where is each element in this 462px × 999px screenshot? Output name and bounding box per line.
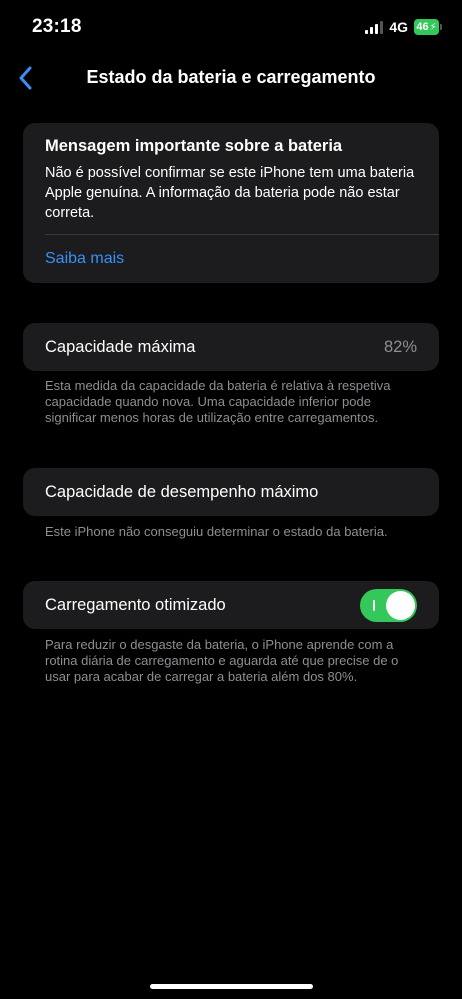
- status-indicators: 4G 46 ⚡: [365, 18, 442, 36]
- max-capacity-value: 82%: [383, 337, 417, 356]
- battery-level: 46: [416, 21, 429, 33]
- optimized-charging-row: Carregamento otimizado: [23, 581, 439, 629]
- home-indicator[interactable]: [150, 984, 313, 989]
- peak-performance-label: Capacidade de desempenho máximo: [45, 482, 319, 501]
- max-capacity-footnote: Esta medida da capacidade da bateria é r…: [45, 378, 391, 425]
- navigation-bar: Estado da bateria e carregamento: [0, 58, 462, 98]
- max-capacity-row: Capacidade máxima 82%: [23, 323, 439, 371]
- page-title: Estado da bateria e carregamento: [86, 67, 376, 87]
- toggle-knob: [386, 591, 415, 620]
- peak-performance-footnote: Este iPhone não conseguiu determinar o e…: [45, 524, 388, 539]
- battery-cap: [440, 24, 442, 30]
- cellular-signal-icon: [365, 20, 384, 34]
- charging-bolt-icon: ⚡: [429, 21, 437, 33]
- learn-more-link[interactable]: Saiba mais: [45, 250, 124, 268]
- max-capacity-label: Capacidade máxima: [45, 337, 196, 356]
- battery-icon: 46 ⚡: [414, 19, 442, 35]
- divider: [45, 234, 439, 235]
- message-body: Não é possível confirmar se este iPhone …: [45, 165, 415, 221]
- status-bar: 23:18 4G 46 ⚡: [0, 0, 462, 54]
- optimized-charging-footnote: Para reduzir o desgaste da bateria, o iP…: [45, 637, 399, 684]
- toggle-on-indicator: [373, 600, 375, 611]
- message-title: Mensagem importante sobre a bateria: [45, 137, 343, 155]
- peak-performance-row: Capacidade de desempenho máximo: [23, 468, 439, 516]
- network-type: 4G: [389, 19, 408, 35]
- optimized-charging-label: Carregamento otimizado: [45, 595, 226, 614]
- optimized-charging-toggle[interactable]: [360, 589, 417, 622]
- battery-level-indicator: 46 ⚡: [414, 19, 439, 35]
- battery-message-card: Mensagem importante sobre a bateria Não …: [23, 123, 439, 283]
- status-time: 23:18: [32, 16, 82, 37]
